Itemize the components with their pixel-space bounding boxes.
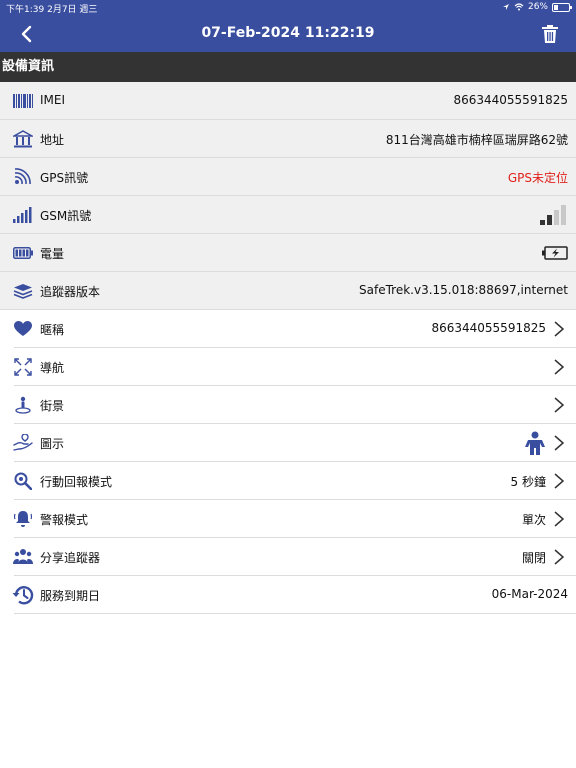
signal-bar xyxy=(554,210,559,225)
location-icon xyxy=(502,4,509,10)
chevron-right-icon xyxy=(554,321,565,337)
section-header-device-info: 設備資訊 xyxy=(0,52,576,82)
row-value: 單次 xyxy=(521,513,546,527)
row-label: 分享追蹤器 xyxy=(40,551,101,565)
delete-button[interactable] xyxy=(538,22,562,46)
signal-bar xyxy=(540,220,545,225)
row-service-expiry: 服務到期日 06-Mar-2024 xyxy=(12,576,576,614)
wifi-icon xyxy=(514,3,524,11)
gps-signal-icon xyxy=(12,167,34,187)
row-value: 866344055591825 xyxy=(453,93,568,107)
status-indicators: 26% xyxy=(502,2,572,12)
person-icon xyxy=(525,431,545,455)
chevron-right-icon xyxy=(554,435,565,451)
signal-bar xyxy=(561,205,566,225)
barcode-icon xyxy=(12,91,34,111)
row-report-mode[interactable]: 行動回報模式 5 秒鐘 xyxy=(14,462,576,500)
trash-icon xyxy=(542,25,558,43)
row-label: GPS訊號 xyxy=(40,171,89,185)
battery-percent: 26% xyxy=(527,2,548,12)
row-battery: 電量 xyxy=(0,234,576,272)
search-zoom-icon xyxy=(12,471,34,491)
row-label: GSM訊號 xyxy=(40,209,92,223)
street-view-icon xyxy=(12,395,34,415)
bell-icon xyxy=(12,509,34,529)
status-bar: 下午1:39 2月7日 週三 26% xyxy=(0,0,576,16)
row-value: SafeTrek.v3.15.018:88697,internet xyxy=(359,283,568,297)
row-gps-signal: GPS訊號 GPS未定位 xyxy=(0,158,576,196)
row-label: 追蹤器版本 xyxy=(40,285,101,299)
row-label: 警報模式 xyxy=(40,513,89,527)
nav-bar: 07-Feb-2024 11:22:19 xyxy=(0,16,576,52)
chevron-right-icon xyxy=(554,511,565,527)
signal-bar xyxy=(547,215,552,225)
chevron-right-icon xyxy=(554,473,565,489)
status-battery-icon xyxy=(552,2,572,12)
row-imei: IMEI 866344055591825 xyxy=(0,82,576,120)
chevron-right-icon xyxy=(554,359,565,375)
hand-icon xyxy=(12,433,34,453)
row-navigation[interactable]: 導航 xyxy=(14,348,576,386)
row-value: GPS未定位 xyxy=(507,171,568,185)
row-value: 06-Mar-2024 xyxy=(491,587,568,601)
row-label: 街景 xyxy=(40,399,65,413)
row-street-view[interactable]: 街景 xyxy=(14,386,576,424)
status-date: 2月7日 週三 xyxy=(47,5,98,15)
bank-icon xyxy=(12,129,34,149)
device-info-list: IMEI 866344055591825 地址 811台灣高雄市楠梓區瑞屏路62… xyxy=(0,82,576,614)
charging-battery-icon xyxy=(542,246,568,260)
gsm-signal-icon xyxy=(12,205,34,225)
row-gsm-signal: GSM訊號 xyxy=(0,196,576,234)
status-time-date: 下午1:39 2月7日 週三 xyxy=(6,2,97,15)
gsm-signal-strength xyxy=(540,205,566,225)
row-value: 866344055591825 xyxy=(431,321,546,335)
row-label: 導航 xyxy=(40,361,65,375)
row-label: IMEI xyxy=(40,93,66,107)
row-label: 電量 xyxy=(40,247,65,261)
row-icon[interactable]: 圖示 xyxy=(12,424,576,462)
status-time: 下午1:39 xyxy=(6,5,45,15)
row-nickname[interactable]: 暱稱 866344055591825 xyxy=(14,310,576,348)
layers-icon xyxy=(12,281,34,301)
row-value: 5 秒鐘 xyxy=(510,475,546,489)
row-label: 行動回報模式 xyxy=(40,475,113,489)
row-address: 地址 811台灣高雄市楠梓區瑞屏路62號 xyxy=(0,120,576,158)
row-value: 811台灣高雄市楠梓區瑞屏路62號 xyxy=(385,133,568,147)
chevron-right-icon xyxy=(554,397,565,413)
chevron-right-icon xyxy=(554,549,565,565)
row-label: 地址 xyxy=(40,133,65,147)
row-value: 關閉 xyxy=(521,551,546,565)
users-icon xyxy=(12,547,34,567)
page-title: 07-Feb-2024 11:22:19 xyxy=(201,25,375,41)
row-tracker-version: 追蹤器版本 SafeTrek.v3.15.018:88697,internet xyxy=(0,272,576,310)
row-label: 圖示 xyxy=(40,437,65,451)
row-share-tracker[interactable]: 分享追蹤器 關閉 xyxy=(12,538,576,576)
row-label: 暱稱 xyxy=(40,323,65,337)
history-icon xyxy=(12,585,34,605)
row-alarm-mode[interactable]: 警報模式 單次 xyxy=(14,500,576,538)
row-label: 服務到期日 xyxy=(40,589,101,603)
battery-icon xyxy=(12,243,34,263)
heart-icon xyxy=(12,319,34,339)
navigation-arrows-icon xyxy=(12,357,34,377)
